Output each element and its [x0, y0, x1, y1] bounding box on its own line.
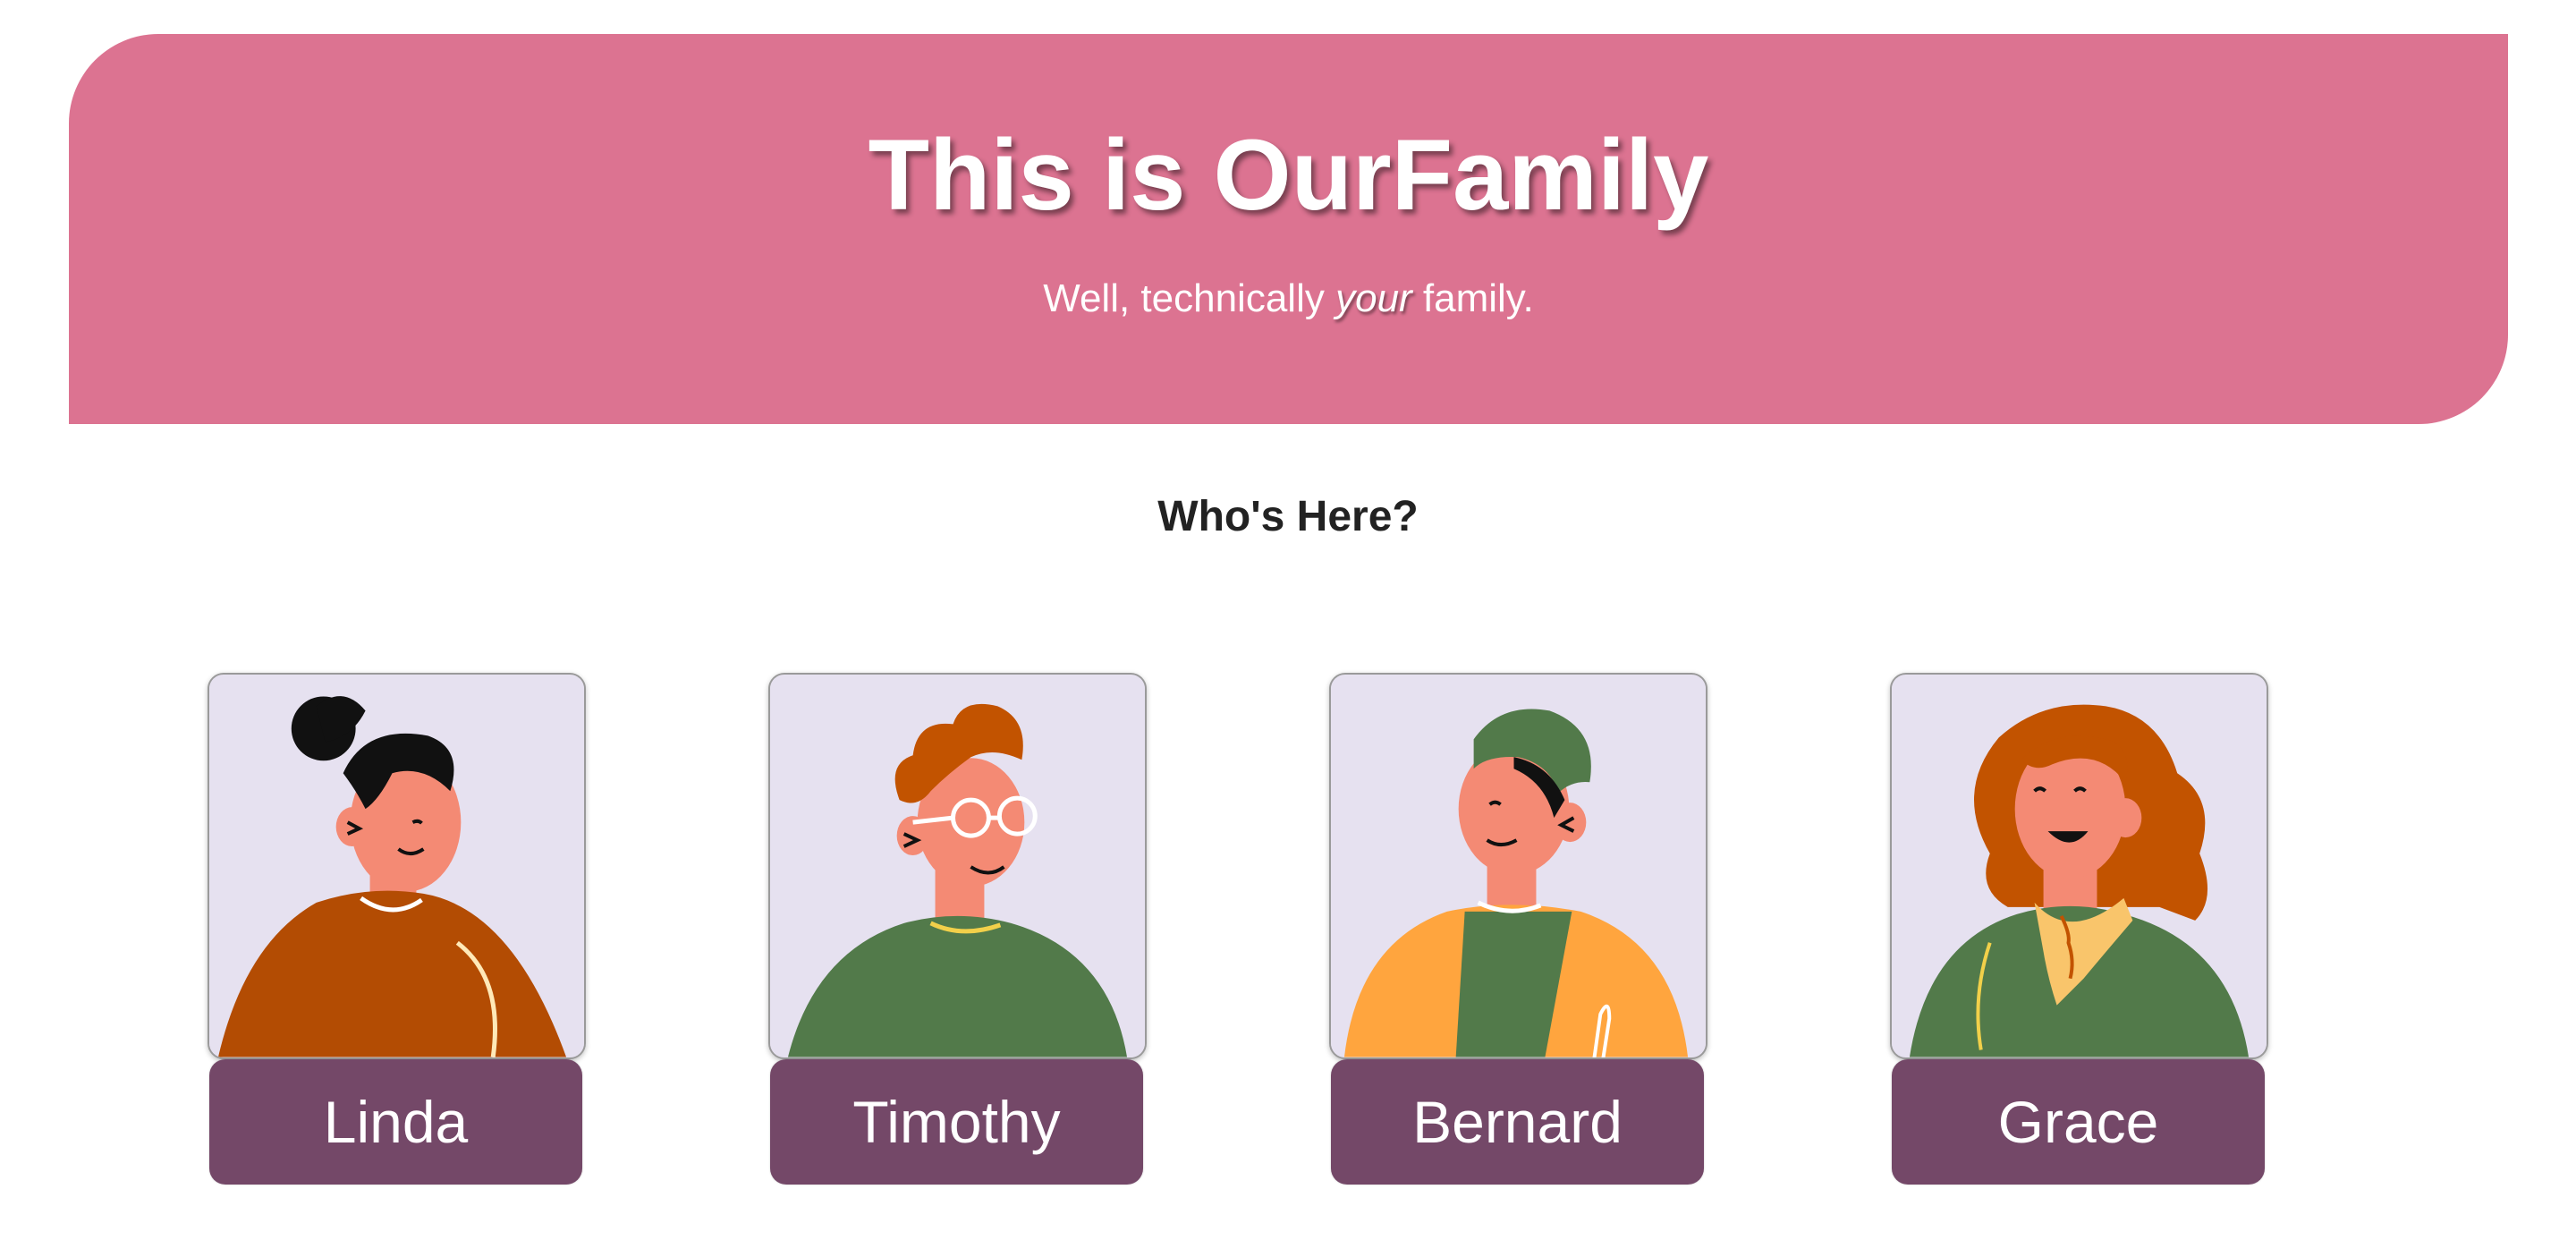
section-title: Who's Here? [1157, 493, 1419, 540]
member-card-timothy[interactable]: Timothy [768, 673, 1147, 1185]
hero-banner: This is OurFamily Well, technically your… [69, 34, 2508, 424]
member-name-grace[interactable]: Grace [1892, 1059, 2265, 1185]
member-name-bernard[interactable]: Bernard [1331, 1059, 1704, 1185]
subtitle-emphasis: your [1335, 276, 1412, 320]
page-title: This is OurFamily [868, 119, 1709, 231]
page-subtitle: Well, technically your family. [69, 276, 2508, 323]
man-glasses-avatar-icon [768, 673, 1147, 1059]
member-name-linda[interactable]: Linda [209, 1059, 582, 1185]
woman-long-hair-avatar-icon [1890, 673, 2268, 1059]
member-card-grace[interactable]: Grace [1890, 673, 2268, 1185]
subtitle-text-start: Well, technically [1043, 276, 1336, 320]
man-beanie-avatar-icon [1329, 673, 1707, 1059]
member-list: Linda Timothy Bernard Grace [0, 673, 2576, 1192]
member-name-timothy[interactable]: Timothy [770, 1059, 1143, 1185]
woman-bun-hair-avatar-icon [208, 673, 586, 1059]
member-card-bernard[interactable]: Bernard [1329, 673, 1707, 1185]
member-card-linda[interactable]: Linda [208, 673, 586, 1185]
subtitle-text-end: family. [1411, 276, 1534, 320]
